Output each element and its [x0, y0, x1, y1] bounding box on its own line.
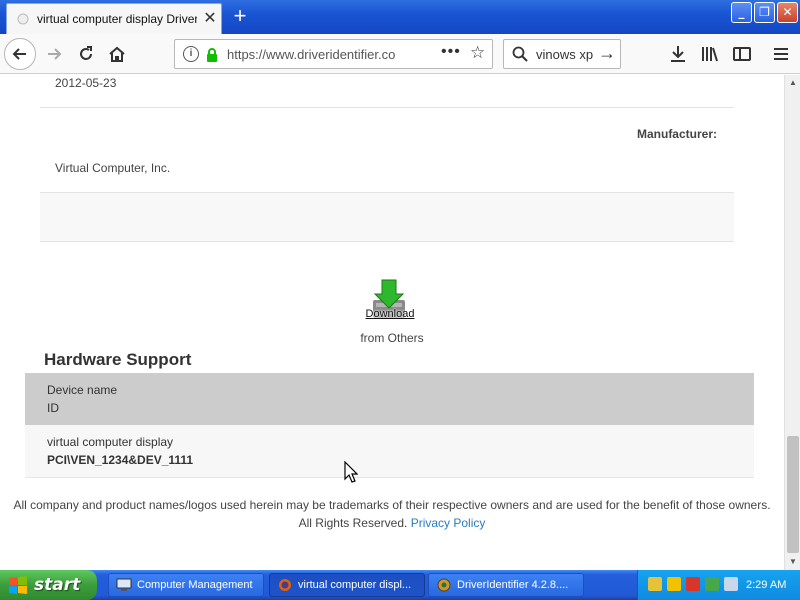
scroll-up-icon[interactable]: ▲ [785, 75, 800, 91]
page-favicon-icon [17, 13, 29, 25]
manufacturer-label: Manufacturer: [636, 127, 717, 141]
scrollbar-thumb[interactable] [787, 436, 799, 553]
minimize-button[interactable]: _ [731, 2, 752, 23]
windows-taskbar: start Computer Management virtual comput… [0, 570, 800, 600]
firefox-icon [279, 579, 291, 591]
task-driveridentifier[interactable]: DriverIdentifier 4.2.8.... [428, 573, 584, 597]
hardware-table-header: Device name ID [25, 373, 754, 425]
empty-row [40, 193, 734, 242]
header-id: ID [47, 401, 59, 415]
start-button[interactable]: start [0, 570, 97, 600]
lock-icon[interactable] [205, 47, 219, 63]
navigation-toolbar: i https://www.driveridentifier.co ••• ☆ … [0, 34, 800, 74]
browser-tab[interactable]: virtual computer display Driver Do ✕ [6, 3, 222, 34]
tray-alert-shield-icon[interactable] [686, 577, 700, 591]
hardware-support-title: Hardware Support [44, 350, 192, 369]
clock: 2:29 AM [746, 579, 787, 591]
driver-date-row: 2012-05-23 [40, 75, 734, 108]
scroll-down-icon[interactable]: ▼ [785, 554, 800, 570]
task-firefox[interactable]: virtual computer displ... [269, 573, 425, 597]
search-bar[interactable]: vinows xp → [503, 39, 621, 69]
address-bar[interactable]: i https://www.driveridentifier.co ••• ☆ [174, 39, 493, 69]
device-id: PCI\VEN_1234&DEV_1111 [47, 453, 194, 467]
search-go-icon[interactable]: → [598, 43, 616, 64]
header-device-name: Device name [47, 383, 118, 397]
privacy-policy-link[interactable]: Privacy Policy [411, 516, 486, 530]
search-icon [512, 46, 528, 62]
menu-hamburger-icon[interactable] [771, 44, 791, 64]
url-text[interactable]: https://www.driveridentifier.co [227, 47, 405, 63]
tab-title: virtual computer display Driver Do [37, 12, 197, 26]
maximize-button[interactable]: ❐ [754, 2, 775, 23]
start-label: start [34, 575, 81, 595]
reload-button[interactable] [72, 40, 100, 68]
search-input[interactable]: vinows xp [536, 47, 593, 62]
home-button[interactable] [103, 40, 131, 68]
task-label: virtual computer displ... [298, 579, 412, 591]
rights-text: All Rights Reserved. [298, 516, 408, 530]
manufacturer-value: Virtual Computer, Inc. [55, 161, 171, 175]
task-computer-management[interactable]: Computer Management [108, 573, 264, 597]
manufacturer-row: Virtual Computer, Inc. [40, 108, 734, 193]
windows-logo-icon [9, 576, 27, 594]
new-tab-icon[interactable]: + [228, 5, 252, 29]
tray-security-shield-icon[interactable] [667, 577, 681, 591]
computer-icon [116, 578, 132, 591]
page-viewport: 2012-05-23 Virtual Computer, Inc. Manufa… [0, 75, 784, 570]
back-arrow-icon [12, 48, 26, 60]
tab-close-icon[interactable]: ✕ [201, 10, 219, 28]
downloads-icon[interactable] [668, 44, 688, 64]
bookmark-star-icon[interactable]: ☆ [470, 43, 485, 63]
footer-rights: All Rights Reserved. Privacy Policy [0, 516, 784, 530]
vertical-scrollbar[interactable]: ▲ ▼ [784, 75, 800, 570]
tray-network-icon[interactable] [648, 577, 662, 591]
library-icon[interactable] [700, 44, 720, 64]
tray-connection-icon[interactable] [705, 577, 719, 591]
forward-button[interactable] [40, 40, 68, 68]
page-actions-icon[interactable]: ••• [441, 43, 461, 61]
footer-disclaimer: All company and product names/logos used… [13, 498, 771, 512]
tray-volume-icon[interactable] [724, 577, 738, 591]
back-button[interactable] [4, 38, 36, 70]
site-info-icon[interactable]: i [183, 46, 199, 62]
device-name: virtual computer display [47, 435, 174, 449]
download-label[interactable]: Download [340, 308, 440, 320]
home-icon [109, 46, 125, 62]
mouse-cursor-icon [344, 461, 358, 483]
task-label: Computer Management [137, 579, 253, 591]
table-row[interactable]: virtual computer display PCI\VEN_1234&DE… [25, 425, 754, 478]
close-window-button[interactable]: ✕ [777, 2, 798, 23]
driveridentifier-icon [437, 578, 451, 592]
download-source: from Others [360, 331, 424, 345]
forward-arrow-icon [48, 48, 62, 60]
driver-date: 2012-05-23 [55, 76, 117, 90]
window-titlebar[interactable]: virtual computer display Driver Do ✕ + _… [0, 0, 800, 34]
task-label: DriverIdentifier 4.2.8.... [457, 579, 569, 591]
reload-icon [80, 46, 92, 60]
system-tray: 2:29 AM [637, 570, 800, 600]
sidebar-toggle-icon[interactable] [732, 44, 752, 64]
